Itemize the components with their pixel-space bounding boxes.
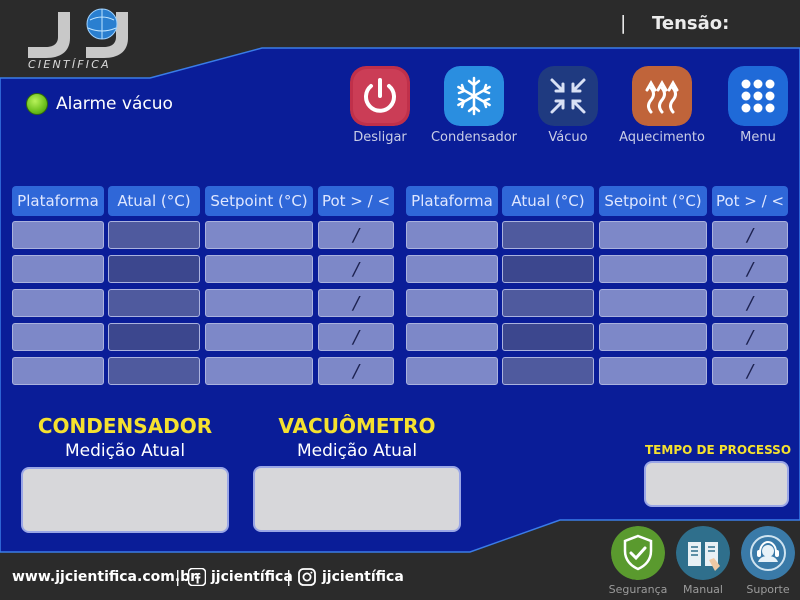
condensador-subtitle: Medição Atual	[64, 441, 186, 461]
pot-slash: /	[746, 224, 754, 246]
aquecimento-button[interactable]: Aquecimento	[612, 66, 712, 145]
setpoint-cell[interactable]	[205, 255, 313, 283]
condensador-button[interactable]: Condensador	[424, 66, 524, 145]
plataforma-cell[interactable]	[12, 289, 104, 317]
pot-slash: /	[746, 292, 754, 314]
grid-dots-icon	[728, 66, 788, 126]
pot-slash: /	[352, 360, 360, 382]
shield-check-icon	[611, 526, 665, 580]
heat-waves-icon	[632, 66, 692, 126]
setpoint-cell[interactable]	[205, 357, 313, 385]
desligar-label: Desligar	[353, 130, 407, 145]
snowflake-icon	[444, 66, 504, 126]
setpoint-cell[interactable]	[599, 255, 707, 283]
col-header-pot: Pot > / <	[318, 186, 394, 216]
desligar-button[interactable]: Desligar	[330, 66, 430, 145]
col-header-atual: Atual (°C)	[502, 186, 594, 216]
setpoint-cell[interactable]	[599, 357, 707, 385]
atual-cell	[502, 255, 594, 283]
condensador-label: Condensador	[430, 130, 518, 145]
plataforma-cell[interactable]	[12, 357, 104, 385]
facebook-icon[interactable]	[188, 568, 206, 586]
col-header-setpoint: Setpoint (°C)	[205, 186, 313, 216]
pot-slash: /	[746, 258, 754, 280]
setpoint-cell[interactable]	[599, 221, 707, 249]
compress-arrows-icon	[538, 66, 598, 126]
instagram-icon[interactable]	[298, 568, 316, 586]
vacuometro-title: VACUÔMETRO	[278, 414, 436, 438]
logo-wordmark: CIENTÍFICA	[28, 58, 111, 71]
seguranca-button[interactable]: Segurança	[608, 526, 668, 596]
menu-button[interactable]: Menu	[708, 66, 800, 145]
atual-cell	[108, 255, 200, 283]
setpoint-cell[interactable]	[599, 323, 707, 351]
tempo-processo-reading	[644, 461, 789, 507]
plataforma-cell[interactable]	[12, 323, 104, 351]
footer-separator: |	[175, 567, 181, 586]
setpoint-cell[interactable]	[599, 289, 707, 317]
vacuometro-subtitle: Medição Atual	[296, 441, 418, 461]
plataforma-cell[interactable]	[406, 255, 498, 283]
atual-cell	[502, 323, 594, 351]
seguranca-label: Segurança	[608, 583, 668, 596]
col-header-atual: Atual (°C)	[108, 186, 200, 216]
plataforma-cell[interactable]	[12, 221, 104, 249]
power-icon	[350, 66, 410, 126]
plataforma-cell[interactable]	[406, 323, 498, 351]
suporte-label: Suporte	[746, 583, 790, 596]
condensador-title: CONDENSADOR	[37, 414, 213, 438]
headset-icon	[741, 526, 795, 580]
instagram-handle[interactable]: jjcientífica	[322, 569, 404, 585]
manual-label: Manual	[683, 583, 723, 596]
footer-separator: |	[286, 567, 292, 586]
aquecimento-label: Aquecimento	[619, 130, 705, 145]
atual-cell	[108, 357, 200, 385]
menu-label: Menu	[740, 130, 776, 145]
atual-cell	[108, 323, 200, 351]
col-header-pot: Pot > / <	[712, 186, 788, 216]
pot-slash: /	[746, 360, 754, 382]
pot-slash: /	[746, 326, 754, 348]
vacuo-button[interactable]: Vácuo	[518, 66, 618, 145]
atual-cell	[108, 221, 200, 249]
tensao-label: Tensão:	[652, 13, 730, 34]
header-separator: |	[620, 12, 627, 34]
plataforma-cell[interactable]	[406, 289, 498, 317]
vacuometro-reading	[253, 466, 461, 532]
atual-cell	[108, 289, 200, 317]
pot-slash: /	[352, 258, 360, 280]
alarm-vacuum-label: Alarme vácuo	[56, 94, 173, 114]
website-link[interactable]: www.jjcientifica.com.br	[12, 569, 197, 585]
alarm-vacuum-led	[26, 93, 48, 115]
pot-slash: /	[352, 224, 360, 246]
manual-button[interactable]: Manual	[673, 526, 733, 596]
vacuo-label: Vácuo	[548, 130, 588, 145]
setpoint-cell[interactable]	[205, 323, 313, 351]
col-header-plataforma: Plataforma	[12, 186, 104, 216]
plataforma-cell[interactable]	[12, 255, 104, 283]
col-header-setpoint: Setpoint (°C)	[599, 186, 707, 216]
plataforma-cell[interactable]	[406, 357, 498, 385]
col-header-plataforma: Plataforma	[406, 186, 498, 216]
facebook-handle[interactable]: jjcientífica	[211, 569, 293, 585]
tempo-processo-title: TEMPO DE PROCESSO	[645, 443, 792, 457]
atual-cell	[502, 289, 594, 317]
manual-book-icon	[676, 526, 730, 580]
atual-cell	[502, 357, 594, 385]
pot-slash: /	[352, 326, 360, 348]
setpoint-cell[interactable]	[205, 289, 313, 317]
pot-slash: /	[352, 292, 360, 314]
atual-cell	[502, 221, 594, 249]
suporte-button[interactable]: Suporte	[738, 526, 798, 596]
condensador-reading	[21, 467, 229, 533]
plataforma-cell[interactable]	[406, 221, 498, 249]
setpoint-cell[interactable]	[205, 221, 313, 249]
